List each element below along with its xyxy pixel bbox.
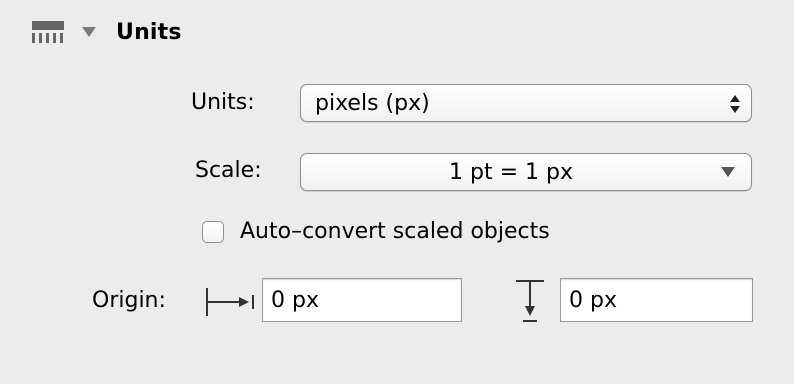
units-popup[interactable]: pixels (px)	[300, 84, 752, 122]
units-panel: Units Units: pixels (px) Scale: 1 pt = 1…	[0, 0, 794, 384]
origin-x-value: 0 px	[271, 287, 319, 313]
units-value: pixels (px)	[315, 90, 430, 116]
ruler-icon	[32, 19, 64, 45]
auto-convert-label: Auto–convert scaled objects	[240, 219, 550, 244]
stepper-up-down-icon	[721, 85, 751, 121]
scale-label: Scale:	[195, 158, 262, 183]
origin-label: Origin:	[92, 288, 166, 313]
scale-value: 1 pt = 1 px	[449, 159, 573, 185]
auto-convert-checkbox[interactable]	[202, 220, 224, 243]
origin-y-field[interactable]: 0 px	[560, 278, 753, 322]
auto-convert-row[interactable]: Auto–convert scaled objects	[202, 219, 550, 244]
section-title: Units	[116, 19, 182, 45]
vertical-origin-icon	[516, 280, 544, 322]
units-section-header[interactable]: Units	[32, 14, 182, 50]
disclosure-triangle-down-icon[interactable]	[82, 27, 96, 37]
horizontal-origin-icon	[206, 288, 254, 316]
units-label: Units:	[191, 90, 255, 115]
dropdown-arrow-icon	[721, 167, 735, 177]
scale-popup[interactable]: 1 pt = 1 px	[300, 153, 752, 191]
origin-x-field[interactable]: 0 px	[262, 278, 462, 322]
origin-y-value: 0 px	[569, 287, 617, 313]
